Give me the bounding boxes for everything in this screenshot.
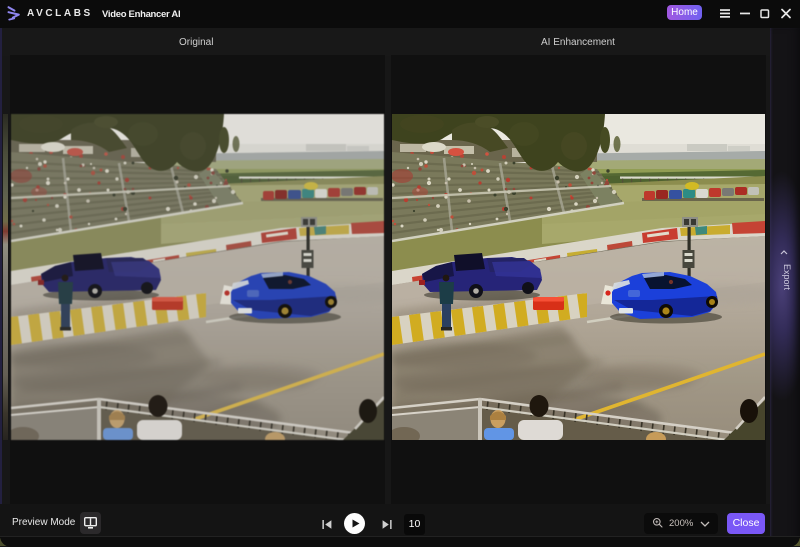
svg-text:Export: Export bbox=[782, 264, 792, 291]
